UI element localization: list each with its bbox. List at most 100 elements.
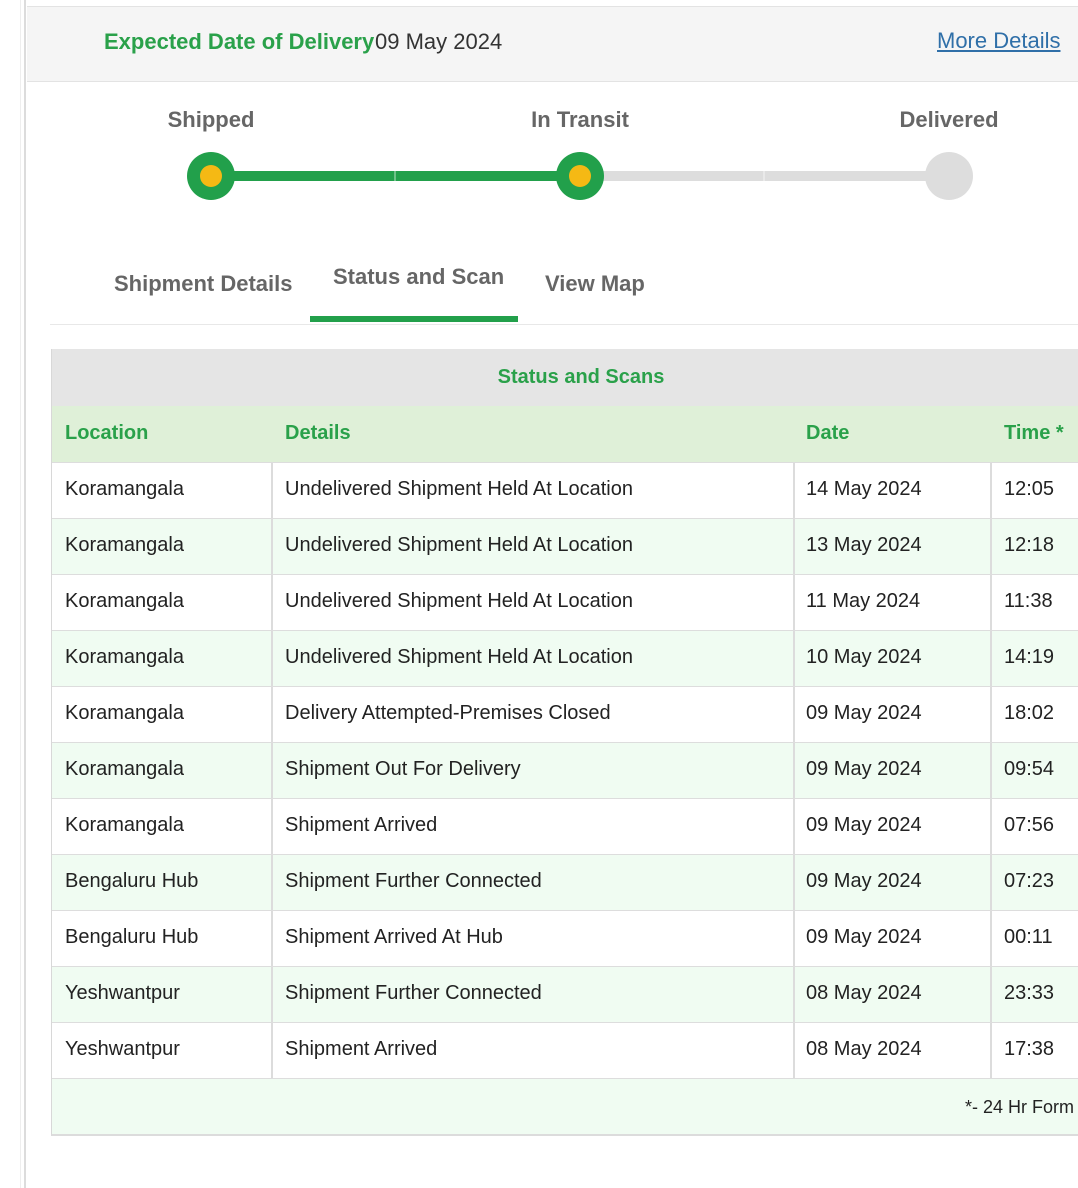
page-edge-divider <box>20 0 21 1188</box>
tab-view-map[interactable]: View Map <box>545 271 645 297</box>
cell-date: 13 May 2024 <box>806 534 922 556</box>
cell-location: Bengaluru Hub <box>65 926 199 948</box>
step-node-shipped <box>187 152 235 200</box>
cell-location: Yeshwantpur <box>65 982 180 1004</box>
column-divider <box>793 687 795 742</box>
cell-details: Shipment Out For Delivery <box>285 758 521 780</box>
column-divider <box>990 799 992 854</box>
column-header-location: Location <box>65 422 149 444</box>
progress-track-segment-divider <box>763 171 765 181</box>
table-row: Yeshwantpur Shipment Arrived 08 May 2024 17… <box>52 1022 1078 1078</box>
column-divider <box>990 687 992 742</box>
step-node-delivered <box>925 152 973 200</box>
cell-details: Shipment Arrived <box>285 1038 438 1060</box>
table-row: Bengaluru Hub Shipment Further Connected 0… <box>52 854 1078 910</box>
expected-delivery-bar: Expected Date of Delivery 09 May 2024 Mo… <box>27 6 1078 82</box>
cell-details: Delivery Attempted-Premises Closed <box>285 702 611 724</box>
cell-details: Shipment Further Connected <box>285 870 542 892</box>
cell-time: 12:05 <box>1004 478 1055 500</box>
cell-date: 09 May 2024 <box>806 870 922 892</box>
column-divider <box>271 743 273 798</box>
column-divider <box>271 799 273 854</box>
step-label-shipped: Shipped <box>167 107 255 132</box>
table-row: Koramangala Shipment Out For Delivery 09 M… <box>52 742 1078 798</box>
cell-time: 11:38 <box>1004 590 1053 612</box>
cell-date: 10 May 2024 <box>806 646 922 668</box>
table-header-row: Location Details Date Time * <box>52 406 1078 462</box>
column-divider <box>793 631 795 686</box>
tab-shipment-details[interactable]: Shipment Details <box>114 271 292 297</box>
table-row: Bengaluru Hub Shipment Arrived At Hub 09 M… <box>52 910 1078 966</box>
column-divider <box>271 687 273 742</box>
column-divider <box>990 967 992 1022</box>
column-divider <box>990 463 992 518</box>
column-divider <box>793 855 795 910</box>
cell-details: Undelivered Shipment Held At Location <box>285 590 633 612</box>
column-divider <box>990 575 992 630</box>
table-row: Koramangala Undelivered Shipment Held At … <box>52 630 1078 686</box>
column-divider <box>990 743 992 798</box>
column-divider <box>793 967 795 1022</box>
column-divider <box>271 1023 273 1078</box>
table-title: Status and Scans <box>497 366 665 388</box>
page-left-border <box>24 0 26 1188</box>
cell-location: Koramangala <box>65 534 184 556</box>
cell-time: 14:19 <box>1004 646 1055 668</box>
cell-details: Shipment Arrived At Hub <box>285 926 503 948</box>
column-divider <box>793 743 795 798</box>
cell-date: 09 May 2024 <box>806 926 922 948</box>
step-dot-icon <box>200 165 222 187</box>
time-format-footnote: *- 24 Hr Form <box>965 1097 1075 1117</box>
table-footer-row: *- 24 Hr Form <box>52 1078 1078 1134</box>
column-divider <box>990 631 992 686</box>
cell-time: 18:02 <box>1004 702 1055 724</box>
tracking-page: Expected Date of Delivery 09 May 2024 Mo… <box>0 0 1078 1188</box>
expected-delivery-label: Expected Date of Delivery <box>104 29 375 54</box>
column-divider <box>271 967 273 1022</box>
cell-details: Undelivered Shipment Held At Location <box>285 478 633 500</box>
cell-time: 07:23 <box>1004 870 1055 892</box>
cell-location: Bengaluru Hub <box>65 870 199 892</box>
column-divider <box>990 855 992 910</box>
table-row: Koramangala Undelivered Shipment Held At … <box>52 462 1078 518</box>
cell-details: Undelivered Shipment Held At Location <box>285 646 633 668</box>
column-divider <box>271 855 273 910</box>
cell-details: Shipment Further Connected <box>285 982 542 1004</box>
column-divider <box>990 911 992 966</box>
table-row: Koramangala Delivery Attempted-Premises C… <box>52 686 1078 742</box>
column-divider <box>793 519 795 574</box>
cell-date: 11 May 2024 <box>806 590 921 612</box>
cell-time: 12:18 <box>1004 534 1055 556</box>
cell-location: Yeshwantpur <box>65 1038 180 1060</box>
cell-location: Koramangala <box>65 702 184 724</box>
active-tab-indicator <box>310 316 518 322</box>
progress-track-segment-divider <box>394 171 396 181</box>
cell-date: 08 May 2024 <box>806 1038 922 1060</box>
column-divider <box>793 575 795 630</box>
cell-time: 00:11 <box>1004 926 1053 948</box>
column-divider <box>271 631 273 686</box>
cell-details: Undelivered Shipment Held At Location <box>285 534 633 556</box>
column-header-details: Details <box>285 422 351 444</box>
column-divider <box>271 575 273 630</box>
column-divider <box>793 463 795 518</box>
table-row: Koramangala Undelivered Shipment Held At … <box>52 518 1078 574</box>
table-title-bar: Status and Scans <box>52 349 1078 406</box>
cell-time: 09:54 <box>1004 758 1055 780</box>
table-row: Koramangala Shipment Arrived 09 May 2024 07… <box>52 798 1078 854</box>
step-label-delivered: Delivered <box>899 107 999 132</box>
cell-details: Shipment Arrived <box>285 814 438 836</box>
column-divider <box>271 519 273 574</box>
table-body: Koramangala Undelivered Shipment Held At … <box>52 462 1078 1078</box>
cell-time: 23:33 <box>1004 982 1055 1004</box>
cell-location: Koramangala <box>65 646 184 668</box>
column-divider <box>271 911 273 966</box>
column-divider <box>990 519 992 574</box>
table-row: Koramangala Undelivered Shipment Held At … <box>52 574 1078 630</box>
cell-date: 09 May 2024 <box>806 758 922 780</box>
column-header-date: Date <box>806 422 850 444</box>
more-details-link[interactable]: More Details <box>937 28 1060 54</box>
column-header-time: Time * <box>1004 422 1064 444</box>
tab-status-and-scan[interactable]: Status and Scan <box>333 264 504 290</box>
cell-date: 09 May 2024 <box>806 814 922 836</box>
